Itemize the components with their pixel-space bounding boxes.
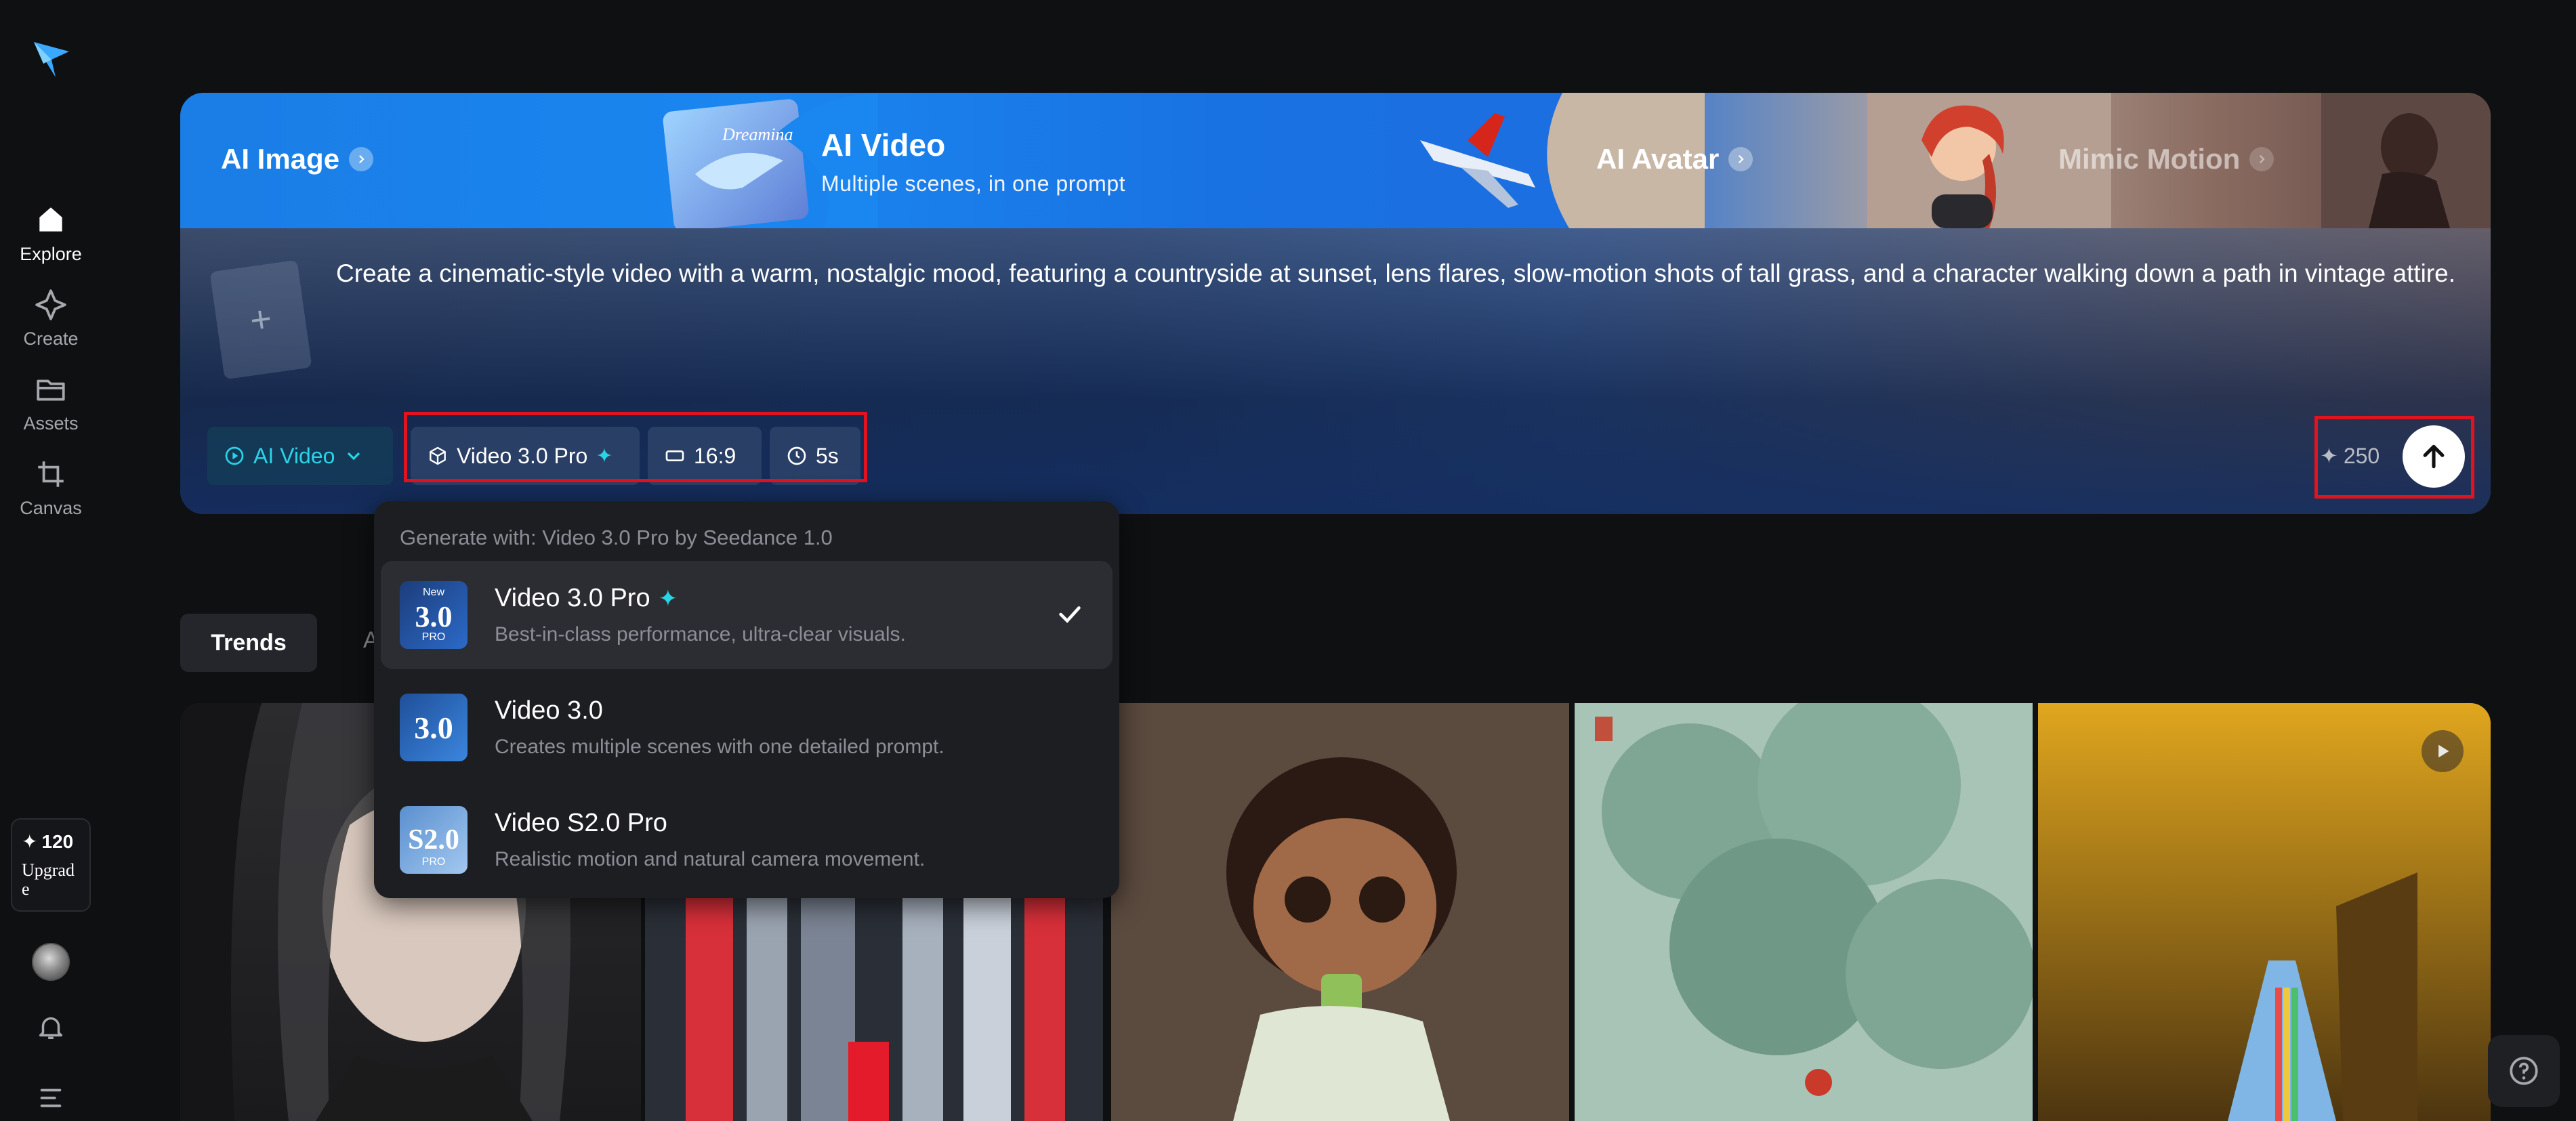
feed-card[interactable]: [1575, 703, 2033, 1121]
model-option-video-3-0[interactable]: 3.0 Video 3.0 Creates multiple scenes wi…: [381, 673, 1113, 782]
model-name: Video S2.0 Pro: [495, 809, 667, 837]
sparkle-icon: ✦: [2320, 444, 2338, 468]
duration-selector[interactable]: 5s: [770, 427, 860, 485]
mode-selector[interactable]: AI Video: [207, 427, 393, 485]
whale-caption: Dreamina: [722, 125, 793, 144]
video-generate-icon: [225, 446, 244, 465]
model-thumbnail: S2.0 PRO: [400, 806, 468, 874]
feed-card-image: [1575, 703, 2033, 1121]
chevron-right-icon: [1728, 147, 1753, 171]
sidebar-item-canvas[interactable]: Canvas: [0, 457, 102, 532]
check-icon: [1059, 606, 1081, 623]
sidebar-item-label: Assets: [23, 413, 79, 433]
model-description: Creates multiple scenes with one detaile…: [495, 736, 944, 758]
tab-ai-video[interactable]: AI Video: [821, 127, 945, 163]
sidebar-item-label: Explore: [20, 244, 82, 264]
model-description: Best-in-class performance, ultra-clear v…: [495, 623, 906, 646]
credit-cost: ✦ 250: [2320, 443, 2380, 469]
sparkle-icon: ✦: [596, 444, 613, 467]
model-selector[interactable]: Video 3.0 Pro ✦: [411, 427, 640, 485]
sidebar-item-explore[interactable]: Explore: [0, 203, 102, 278]
model-description: Realistic motion and natural camera move…: [495, 848, 926, 870]
upgrade-card[interactable]: ✦ 120 Upgrade: [11, 818, 91, 912]
clock-icon: [787, 446, 806, 465]
sparkle-icon: ✦: [658, 585, 678, 612]
model-option-video-3-0-pro[interactable]: New 3.0 PRO Video 3.0 Pro ✦ Best-in-clas…: [381, 561, 1113, 669]
crop-icon: [38, 461, 64, 487]
tab-ai-avatar[interactable]: AI Avatar: [1596, 143, 1753, 175]
chevron-right-icon: [2249, 147, 2274, 171]
plus-icon: +: [247, 298, 274, 341]
sparkle-icon: ✦: [22, 831, 38, 852]
user-avatar[interactable]: [32, 943, 70, 981]
model-dropdown: Generate with: Video 3.0 Pro by Seedance…: [374, 501, 1119, 898]
cube-icon: [430, 446, 446, 465]
feed-card-image: [1111, 703, 1569, 1121]
ai-video-subtitle: Multiple scenes, in one prompt: [821, 171, 1125, 196]
dreamina-logo-icon[interactable]: [28, 37, 75, 83]
generate-button[interactable]: [2403, 425, 2465, 488]
folder-icon: [37, 379, 65, 401]
play-icon: [2438, 744, 2449, 758]
chevron-down-icon: [348, 452, 360, 461]
model-thumbnail: 3.0: [400, 694, 468, 761]
tab-trends[interactable]: Trends: [180, 614, 317, 672]
aspect-ratio-icon: [665, 450, 684, 461]
dropdown-header: Generate with: Video 3.0 Pro by Seedance…: [400, 526, 833, 549]
feed-card[interactable]: [1111, 703, 1569, 1121]
arrow-up-icon: [2423, 444, 2445, 469]
model-name: Video 3.0: [495, 696, 603, 725]
play-button[interactable]: [2422, 730, 2464, 772]
question-icon: [2510, 1057, 2538, 1085]
sparkle-diamond-icon: [35, 289, 66, 320]
chevron-right-icon: [349, 147, 374, 171]
home-icon: [39, 207, 62, 232]
upgrade-label: Upgrade: [22, 860, 75, 899]
aspect-ratio-selector[interactable]: 16:9: [648, 427, 762, 485]
sidebar-item-create[interactable]: Create: [0, 288, 102, 362]
feed-card-image: [2038, 703, 2491, 1121]
model-name: Video 3.0 Pro ✦: [495, 584, 678, 612]
help-button[interactable]: [2488, 1035, 2560, 1107]
bell-icon[interactable]: [35, 1012, 66, 1043]
tab-mimic-motion[interactable]: Mimic Motion: [2058, 143, 2274, 175]
sidebar-item-label: Create: [23, 329, 79, 349]
upload-reference-button[interactable]: +: [209, 259, 312, 380]
feed-card[interactable]: [2038, 703, 2491, 1121]
model-thumbnail: New 3.0 PRO: [400, 581, 468, 649]
credits-count: ✦ 120: [22, 830, 74, 853]
sidebar-item-label: Canvas: [20, 498, 82, 518]
sidebar-item-assets[interactable]: Assets: [0, 373, 102, 447]
model-option-video-s2-0-pro[interactable]: S2.0 PRO Video S2.0 Pro Realistic motion…: [381, 786, 1113, 894]
prompt-input[interactable]: Create a cinematic-style video with a wa…: [336, 257, 2470, 290]
tab-ai-image[interactable]: AI Image: [221, 143, 374, 175]
feature-banner: Dreamina AI Image AI Video Multiple scen…: [180, 93, 2491, 228]
menu-icon[interactable]: [35, 1082, 66, 1114]
mimic-motion-illustration: [2321, 93, 2491, 228]
sidebar: Explore Create Assets Canvas ✦ 120 Upgra…: [0, 0, 102, 1121]
